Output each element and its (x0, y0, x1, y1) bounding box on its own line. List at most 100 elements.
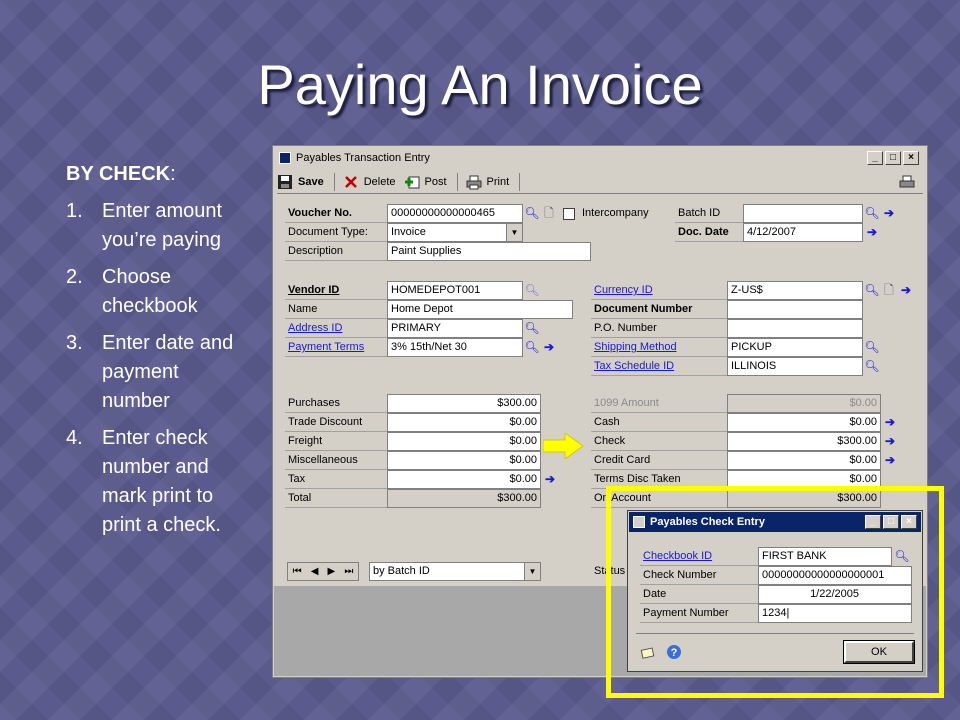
name-field[interactable]: Home Depot (387, 300, 573, 319)
check-number-field[interactable]: 00000000000000000001 (758, 566, 912, 585)
post-button[interactable]: Post (404, 174, 447, 190)
first-record-icon[interactable]: ⏮ (293, 566, 302, 577)
save-label: Save (298, 175, 324, 188)
cash-field[interactable]: $0.00 (727, 413, 881, 432)
slide-title: Paying An Invoice (257, 53, 703, 116)
doc-date-label: Doc. Date (675, 223, 743, 242)
voucher-no-field[interactable]: 00000000000000465 (387, 204, 523, 223)
minimize-button[interactable]: _ (867, 151, 883, 165)
delete-button[interactable]: Delete (343, 174, 396, 190)
arrow-right-icon[interactable]: ➔ (881, 205, 897, 221)
dialog-controls: _ □ × (863, 515, 917, 529)
po-number-field[interactable] (727, 319, 863, 338)
currency-id-link[interactable]: Currency ID (591, 281, 727, 300)
lookup-icon[interactable]: 🔍︎ (864, 358, 880, 374)
miscellaneous-label: Miscellaneous (285, 451, 387, 470)
date-label: Date (640, 585, 758, 604)
step-text: Enter amount you’re paying (102, 200, 223, 251)
lookup-icon[interactable]: 🔍︎ (524, 282, 540, 298)
payment-terms-link[interactable]: Payment Terms (285, 338, 387, 357)
tax-field[interactable]: $0.00 (387, 470, 541, 489)
freight-field[interactable]: $0.00 (387, 432, 541, 451)
name-label: Name (285, 300, 387, 319)
help-icon[interactable]: ? (666, 644, 682, 660)
payment-number-label: Payment Number (640, 604, 758, 623)
description-field[interactable]: Paint Supplies (387, 242, 591, 261)
minimize-button[interactable]: _ (865, 515, 881, 529)
step-3: 3. Enter date and payment number (66, 329, 246, 416)
arrow-right-icon[interactable]: ➔ (541, 339, 557, 355)
save-button[interactable]: Save (277, 174, 324, 190)
lookup-icon[interactable]: 🔍︎ (864, 282, 880, 298)
intercompany-checkbox[interactable] (563, 208, 575, 220)
po-number-label: P.O. Number (591, 319, 727, 338)
close-button[interactable]: × (901, 515, 917, 529)
toolbar-separator (333, 172, 335, 191)
checkbook-id-link[interactable]: Checkbook ID (640, 547, 758, 566)
heading-text: BY CHECK (66, 163, 171, 185)
step-number: 1. (66, 200, 83, 222)
currency-id-field[interactable]: Z-US$ (727, 281, 863, 300)
arrow-right-icon[interactable]: ➔ (864, 224, 880, 240)
freight-label: Freight (285, 432, 387, 451)
trade-discount-field[interactable]: $0.00 (387, 413, 541, 432)
note-icon[interactable] (640, 644, 656, 660)
payment-number-field[interactable]: 1234| (758, 604, 912, 623)
payment-terms-field[interactable]: 3% 15th/Net 30 (387, 338, 523, 357)
previous-record-icon[interactable]: ◀ (311, 566, 319, 577)
dialog-title-bar[interactable]: Payables Check Entry _ □ × (629, 512, 921, 532)
floppy-disk-icon (277, 174, 293, 190)
credit-card-field[interactable]: $0.00 (727, 451, 881, 470)
print-button[interactable]: Print (466, 174, 509, 190)
amount-1099-field: $0.00 (727, 394, 881, 413)
date-field[interactable]: 1/22/2005 (758, 585, 912, 604)
lookup-icon[interactable]: 🔍︎ (864, 339, 880, 355)
instruction-heading: BY CHECK: (66, 160, 246, 189)
doc-date-field[interactable]: 4/12/2007 (743, 223, 863, 242)
instruction-list: BY CHECK: 1. Enter amount you’re paying … (66, 160, 246, 548)
vendor-id-field[interactable]: HOMEDEPOT001 (387, 281, 523, 300)
shipping-method-field[interactable]: PICKUP (727, 338, 863, 357)
total-label: Total (285, 489, 387, 508)
toolbar-separator (456, 172, 458, 191)
batch-id-field[interactable] (743, 204, 863, 223)
address-id-link[interactable]: Address ID (285, 319, 387, 338)
maximize-button[interactable]: □ (883, 515, 899, 529)
printer-icon[interactable] (899, 174, 915, 190)
toolbar: Save Delete Post Print (277, 170, 923, 194)
next-record-icon[interactable]: ▶ (328, 566, 336, 577)
note-icon[interactable]: 🗋 (881, 282, 897, 298)
checkbook-id-field[interactable]: FIRST BANK (758, 547, 892, 566)
chevron-down-icon[interactable]: ▼ (524, 563, 540, 580)
ok-button[interactable]: OK (843, 640, 915, 664)
vendor-id-label[interactable]: Vendor ID (285, 281, 387, 300)
purchases-field[interactable]: $300.00 (387, 394, 541, 413)
document-type-select[interactable]: Invoice ▼ (387, 223, 523, 242)
arrow-right-icon[interactable]: ➔ (882, 452, 898, 468)
step-4: 4. Enter check number and mark print to … (66, 424, 246, 540)
maximize-button[interactable]: □ (885, 151, 901, 165)
lookup-icon[interactable]: 🔍︎ (524, 320, 540, 336)
lookup-icon[interactable]: 🔍︎ (894, 548, 910, 564)
address-id-field[interactable]: PRIMARY (387, 319, 523, 338)
chevron-down-icon[interactable]: ▼ (506, 224, 522, 241)
lookup-icon[interactable]: 🔍︎ (524, 339, 540, 355)
last-record-icon[interactable]: ⏭ (344, 566, 353, 577)
document-number-field[interactable] (727, 300, 863, 319)
arrow-right-icon[interactable]: ➔ (542, 471, 558, 487)
purchases-label: Purchases (285, 394, 387, 413)
shipping-method-link[interactable]: Shipping Method (591, 338, 727, 357)
arrow-right-icon[interactable]: ➔ (898, 282, 914, 298)
arrow-right-icon[interactable]: ➔ (882, 414, 898, 430)
tax-schedule-field[interactable]: ILLINOIS (727, 357, 863, 376)
lookup-icon[interactable]: 🔍︎ (864, 205, 880, 221)
close-button[interactable]: × (903, 151, 919, 165)
check-field[interactable]: $300.00 (727, 432, 881, 451)
note-icon[interactable]: 🗋 (541, 205, 557, 221)
tax-schedule-link[interactable]: Tax Schedule ID (591, 357, 727, 376)
lookup-icon[interactable]: 🔍︎ (524, 205, 540, 221)
miscellaneous-field[interactable]: $0.00 (387, 451, 541, 470)
arrow-right-icon[interactable]: ➔ (882, 433, 898, 449)
window-title-bar[interactable]: Payables Transaction Entry _ □ × (275, 148, 925, 168)
sort-select[interactable]: by Batch ID ▼ (369, 562, 541, 581)
